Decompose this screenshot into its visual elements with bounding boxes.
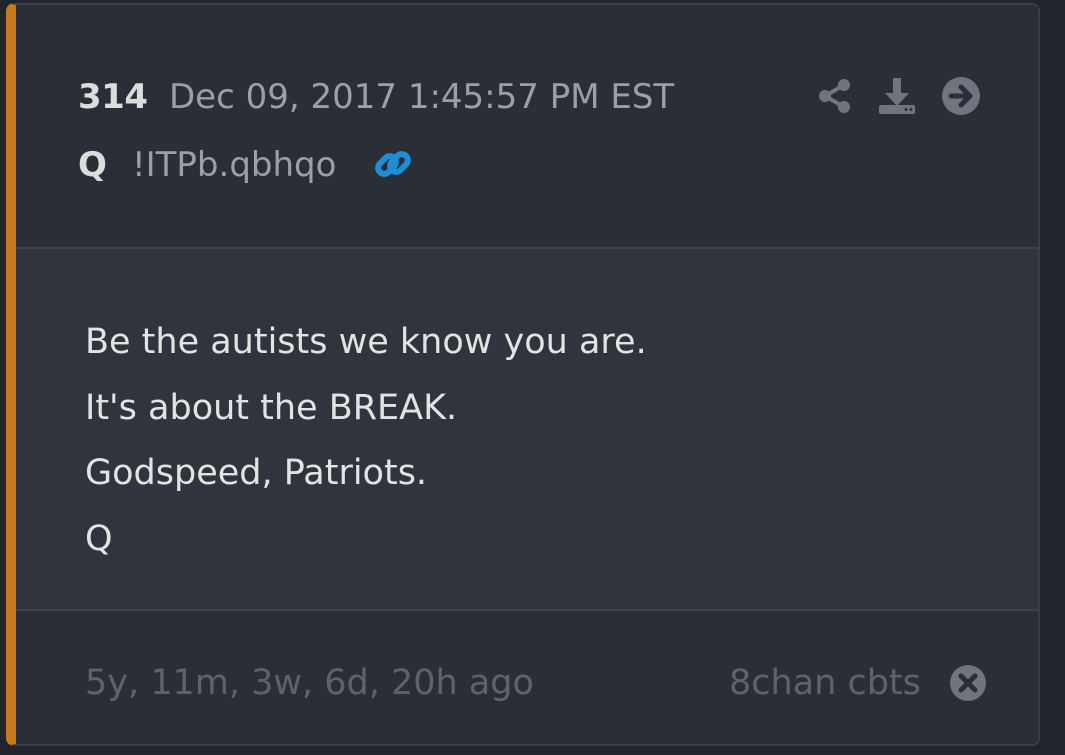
post-footer: 5y, 11m, 3w, 6d, 20h ago 8chan cbts <box>16 611 1038 744</box>
link-icon[interactable] <box>371 142 415 186</box>
arrow-right-circle-icon[interactable] <box>940 75 982 117</box>
download-icon[interactable] <box>876 75 918 117</box>
post-line: It's about the BREAK. <box>85 388 458 428</box>
post-number: 314 <box>78 77 148 117</box>
post-source: 8chan cbts <box>729 663 921 703</box>
post-line: Q <box>85 519 113 559</box>
post-age: 5y, 11m, 3w, 6d, 20h ago <box>85 663 534 703</box>
author-name: Q <box>78 145 107 185</box>
share-icon[interactable] <box>814 75 856 117</box>
close-circle-icon[interactable] <box>948 663 988 703</box>
post-header: 314 Dec 09, 2017 1:45:57 PM EST Q !ITPb.… <box>16 5 1038 247</box>
post-date: Dec 09, 2017 1:45:57 PM EST <box>169 77 675 117</box>
post-body: Be the autists we know you are. It's abo… <box>16 249 1038 609</box>
post-card: 314 Dec 09, 2017 1:45:57 PM EST Q !ITPb.… <box>6 3 1040 746</box>
post-line: Godspeed, Patriots. <box>85 453 428 493</box>
post-line: Be the autists we know you are. <box>85 322 647 362</box>
author-tripcode: !ITPb.qbhqo <box>132 145 337 185</box>
